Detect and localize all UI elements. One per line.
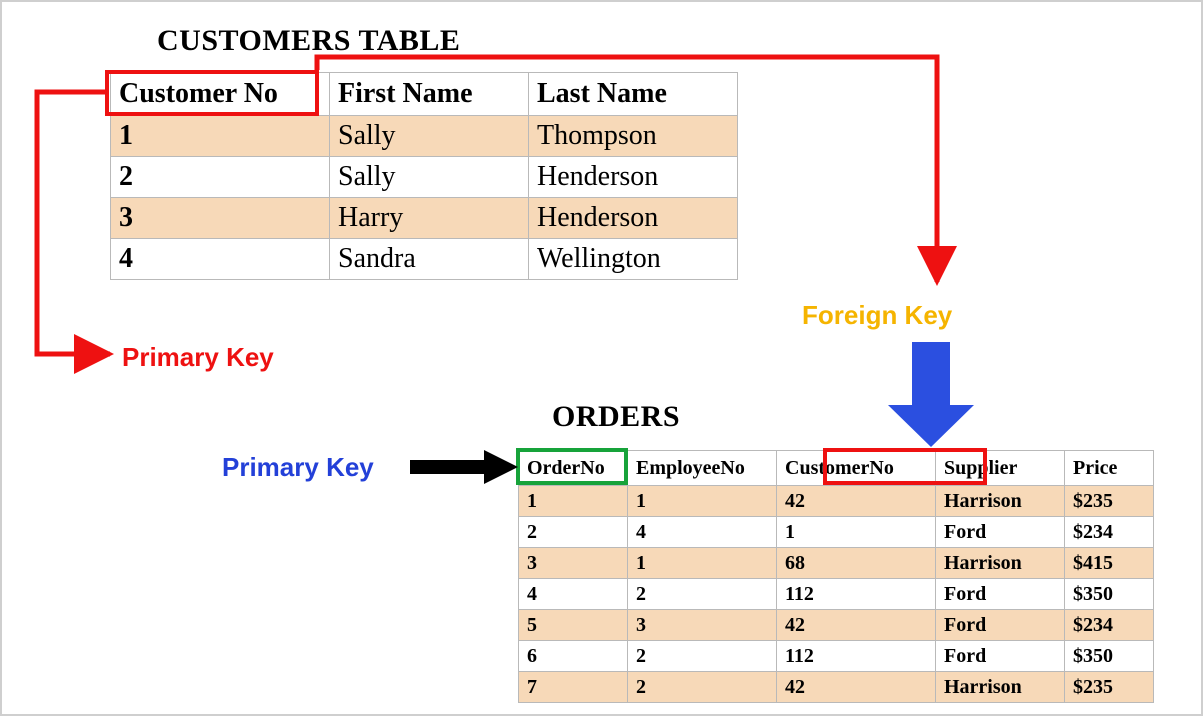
cell: 1 <box>111 116 330 157</box>
col-first-name: First Name <box>330 73 529 116</box>
cell: Ford <box>936 641 1065 672</box>
col-last-name: Last Name <box>529 73 738 116</box>
col-price: Price <box>1065 451 1154 486</box>
primary-key-orders-label: Primary Key <box>222 452 374 483</box>
cell: 68 <box>777 548 936 579</box>
cell: Wellington <box>529 239 738 280</box>
table-row: 7 2 42 Harrison $235 <box>519 672 1154 703</box>
cell: $350 <box>1065 579 1154 610</box>
arrow-customers-primary-key <box>37 92 110 354</box>
cell: Henderson <box>529 198 738 239</box>
cell: Ford <box>936 610 1065 641</box>
table-row: 2 Sally Henderson <box>111 157 738 198</box>
arrow-orders-primary-key <box>410 450 518 484</box>
cell: Sally <box>330 157 529 198</box>
col-customer-no: CustomerNo <box>777 451 936 486</box>
cell: Sally <box>330 116 529 157</box>
cell: 2 <box>628 579 777 610</box>
col-customer-no: Customer No <box>111 73 330 116</box>
cell: 1 <box>519 486 628 517</box>
customers-table: Customer No First Name Last Name 1 Sally… <box>110 72 738 280</box>
table-row: 2 4 1 Ford $234 <box>519 517 1154 548</box>
cell: 4 <box>628 517 777 548</box>
cell: Thompson <box>529 116 738 157</box>
cell: 4 <box>519 579 628 610</box>
orders-table-title: ORDERS <box>552 400 680 434</box>
cell: 5 <box>519 610 628 641</box>
cell: 4 <box>111 239 330 280</box>
table-row: 4 2 112 Ford $350 <box>519 579 1154 610</box>
cell: 112 <box>777 641 936 672</box>
cell: 2 <box>111 157 330 198</box>
cell: 112 <box>777 579 936 610</box>
cell: Ford <box>936 517 1065 548</box>
cell: 2 <box>628 641 777 672</box>
table-header-row: Customer No First Name Last Name <box>111 73 738 116</box>
cell: Harrison <box>936 486 1065 517</box>
cell: $234 <box>1065 610 1154 641</box>
table-row: 1 Sally Thompson <box>111 116 738 157</box>
customers-table-title: CUSTOMERS TABLE <box>157 24 460 58</box>
table-row: 3 Harry Henderson <box>111 198 738 239</box>
cell: 1 <box>777 517 936 548</box>
primary-key-customers-label: Primary Key <box>122 342 274 373</box>
cell: $235 <box>1065 486 1154 517</box>
orders-table: OrderNo EmployeeNo CustomerNo Supplier P… <box>518 450 1154 703</box>
cell: Harrison <box>936 672 1065 703</box>
col-supplier: Supplier <box>936 451 1065 486</box>
cell: 3 <box>628 610 777 641</box>
cell: Sandra <box>330 239 529 280</box>
cell: Harry <box>330 198 529 239</box>
cell: 42 <box>777 486 936 517</box>
cell: Henderson <box>529 157 738 198</box>
cell: 1 <box>628 486 777 517</box>
table-row: 5 3 42 Ford $234 <box>519 610 1154 641</box>
arrow-foreign-key-to-orders <box>888 342 974 447</box>
table-header-row: OrderNo EmployeeNo CustomerNo Supplier P… <box>519 451 1154 486</box>
cell: 42 <box>777 672 936 703</box>
table-row: 1 1 42 Harrison $235 <box>519 486 1154 517</box>
cell: Ford <box>936 579 1065 610</box>
cell: 7 <box>519 672 628 703</box>
table-row: 4 Sandra Wellington <box>111 239 738 280</box>
cell: 2 <box>628 672 777 703</box>
cell: 3 <box>111 198 330 239</box>
cell: 42 <box>777 610 936 641</box>
table-row: 3 1 68 Harrison $415 <box>519 548 1154 579</box>
cell: $234 <box>1065 517 1154 548</box>
table-row: 6 2 112 Ford $350 <box>519 641 1154 672</box>
cell: $350 <box>1065 641 1154 672</box>
col-employee-no: EmployeeNo <box>628 451 777 486</box>
cell: 2 <box>519 517 628 548</box>
cell: $415 <box>1065 548 1154 579</box>
cell: $235 <box>1065 672 1154 703</box>
cell: 3 <box>519 548 628 579</box>
cell: Harrison <box>936 548 1065 579</box>
cell: 1 <box>628 548 777 579</box>
col-order-no: OrderNo <box>519 451 628 486</box>
cell: 6 <box>519 641 628 672</box>
foreign-key-label: Foreign Key <box>802 300 952 331</box>
